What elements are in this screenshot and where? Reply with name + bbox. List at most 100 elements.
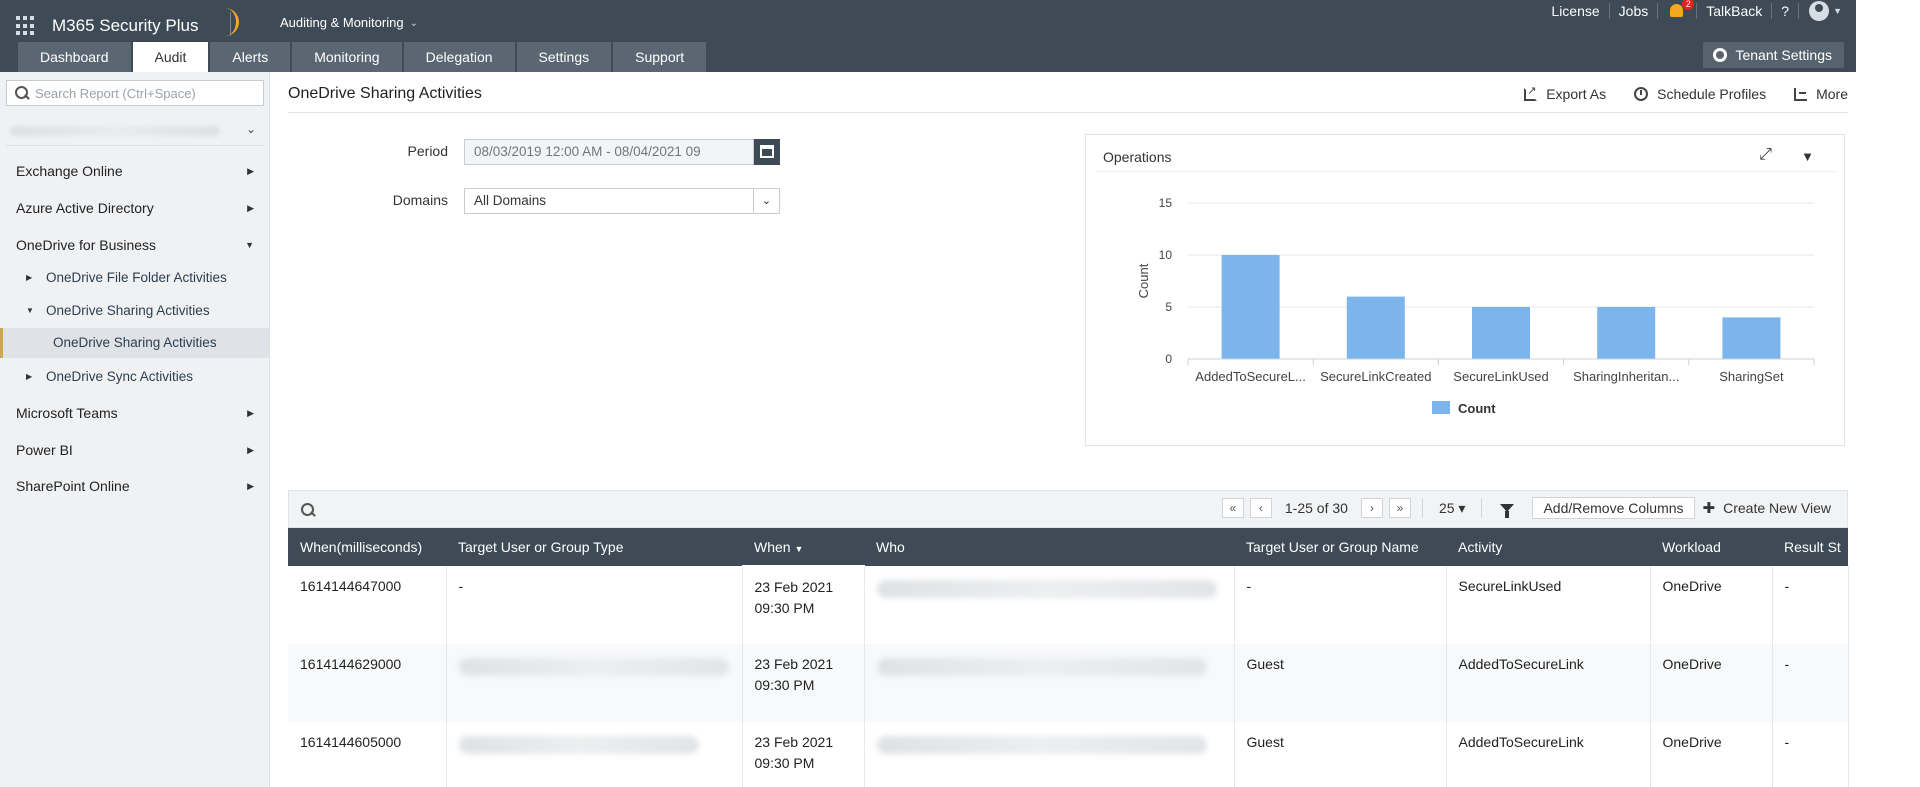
jobs-link[interactable]: Jobs <box>1610 3 1658 19</box>
redacted-tenant <box>10 126 220 136</box>
sidebar-item-label: Azure Active Directory <box>16 200 154 216</box>
redacted-type <box>458 736 699 754</box>
legend-swatch <box>1432 401 1450 414</box>
sidebar-item-label: OneDrive for Business <box>16 237 157 253</box>
caret-down-icon[interactable]: ▼ <box>1833 6 1842 16</box>
period-label: Period <box>407 143 448 159</box>
y-tick-label: 10 <box>1159 248 1173 262</box>
notification-count: 2 <box>1682 0 1695 10</box>
filter-icon[interactable] <box>1500 504 1515 518</box>
cell-target-type: - <box>446 566 743 644</box>
sidebar-item-onedrive-business[interactable]: OneDrive for Business ▼ <box>0 230 270 260</box>
column-header-who[interactable]: Who <box>864 528 1234 566</box>
first-page-button[interactable]: « <box>1221 498 1244 518</box>
tab-alerts[interactable]: Alerts <box>210 42 291 72</box>
chevron-down-icon: ⌄ <box>245 122 256 136</box>
y-tick-label: 15 <box>1159 196 1173 210</box>
create-new-view-button[interactable]: ✚ Create New View <box>1703 499 1831 517</box>
tab-settings[interactable]: Settings <box>516 42 612 72</box>
bar <box>1597 307 1656 359</box>
last-page-button[interactable]: » <box>1388 498 1411 518</box>
page-size-select[interactable]: 25 ▾ <box>1439 500 1466 517</box>
cell-when: 23 Feb 2021 09:30 PM <box>742 566 865 644</box>
cell-date: 23 Feb 2021 <box>754 656 834 672</box>
table-row[interactable]: 1614144647000 - 23 Feb 2021 09:30 PM - Se… <box>288 566 1849 644</box>
column-header-when[interactable]: When ▼ <box>742 528 864 567</box>
export-as-label: Export As <box>1546 86 1607 102</box>
y-tick-label: 0 <box>1165 352 1172 366</box>
more-button[interactable]: More <box>1794 86 1848 102</box>
redacted-user <box>876 658 1207 676</box>
bar <box>1472 307 1530 359</box>
more-label: More <box>1816 86 1848 102</box>
license-link[interactable]: License <box>1542 3 1608 19</box>
cell-time: 09:30 PM <box>754 600 815 616</box>
cell-activity: SecureLinkUsed <box>1446 566 1651 644</box>
sidebar-item-label: OneDrive Sharing Activities <box>53 335 217 350</box>
cell-result: - <box>1772 722 1849 787</box>
talkback-link[interactable]: TalkBack <box>1697 3 1771 19</box>
cell-who <box>864 644 1235 722</box>
sidebar-item-azure-ad[interactable]: Azure Active Directory ▶ <box>0 193 270 223</box>
report-search-input[interactable]: Search Report (Ctrl+Space) <box>6 80 264 106</box>
sidebar-item-label: OneDrive File Folder Activities <box>46 270 227 285</box>
cell-target-type <box>446 722 743 787</box>
search-icon[interactable] <box>301 503 315 517</box>
chevron-down-icon[interactable]: ⌄ <box>753 189 779 213</box>
chart-menu-caret-icon[interactable]: ▼ <box>1801 149 1814 164</box>
cell-activity: AddedToSecureLink <box>1446 644 1651 722</box>
expand-icon[interactable] <box>1759 146 1773 164</box>
period-field[interactable]: 08/03/2019 12:00 AM - 08/04/2021 09 <box>464 139 754 165</box>
cell-target-name: - <box>1234 566 1447 644</box>
domains-select[interactable]: All Domains ⌄ <box>464 188 780 214</box>
sidebar-item-file-folder-activities[interactable]: ▶ OneDrive File Folder Activities <box>0 263 270 293</box>
column-header-target-type[interactable]: Target User or Group Type <box>446 528 742 566</box>
caret-right-icon: ▶ <box>26 273 33 282</box>
help-link[interactable]: ? <box>1772 3 1798 19</box>
table-row[interactable]: 1614144629000 23 Feb 2021 09:30 PM Guest … <box>288 644 1849 722</box>
sidebar-item-sharing-activities-group[interactable]: ▼ OneDrive Sharing Activities <box>0 296 270 326</box>
prev-page-button[interactable]: ‹ <box>1249 498 1272 518</box>
cell-target-name: Guest <box>1234 644 1447 722</box>
product-logo[interactable]: M365 Security Plus <box>52 8 239 36</box>
add-remove-columns-button[interactable]: Add/Remove Columns <box>1532 497 1695 519</box>
divider <box>288 112 1848 113</box>
sidebar-item-sharepoint-online[interactable]: SharePoint Online ▶ <box>0 471 270 501</box>
sidebar-item-sharing-activities-report[interactable]: OneDrive Sharing Activities <box>0 328 270 358</box>
plus-icon: ✚ <box>1702 500 1716 517</box>
column-header-result-status[interactable]: Result St <box>1772 528 1848 566</box>
tab-dashboard[interactable]: Dashboard <box>18 42 131 72</box>
sidebar-item-sync-activities[interactable]: ▶ OneDrive Sync Activities <box>0 362 270 392</box>
table-toolbar: « ‹ 1-25 of 30 › » 25 ▾ Add/Remove Colum… <box>288 490 1848 528</box>
tenant-settings-button[interactable]: Tenant Settings <box>1703 42 1844 68</box>
cell-workload: OneDrive <box>1650 566 1773 644</box>
column-header-target-name[interactable]: Target User or Group Name <box>1234 528 1446 566</box>
chart-panel-title: Operations <box>1103 149 1172 165</box>
calendar-button[interactable] <box>754 139 780 165</box>
column-header-when-ms[interactable]: When(milliseconds) <box>288 528 446 566</box>
tab-audit[interactable]: Audit <box>132 42 209 72</box>
notification-bell-icon[interactable]: 2 <box>1668 0 1695 20</box>
next-page-button[interactable]: › <box>1360 498 1383 518</box>
user-avatar-icon[interactable] <box>1809 1 1830 21</box>
y-tick-label: 5 <box>1165 300 1172 314</box>
sidebar-item-microsoft-teams[interactable]: Microsoft Teams ▶ <box>0 398 270 428</box>
cell-date: 23 Feb 2021 <box>754 734 834 750</box>
tab-delegation[interactable]: Delegation <box>403 42 515 72</box>
module-switcher[interactable]: Auditing & Monitoring ⌄ <box>280 15 418 30</box>
tenant-selector[interactable]: ⌄ <box>6 118 264 146</box>
tab-support[interactable]: Support <box>613 42 707 72</box>
schedule-profiles-button[interactable]: Schedule Profiles <box>1634 86 1766 102</box>
create-new-view-label: Create New View <box>1723 500 1831 516</box>
sidebar-item-power-bi[interactable]: Power BI ▶ <box>0 435 270 465</box>
table-row[interactable]: 1614144605000 23 Feb 2021 09:30 PM Guest … <box>288 722 1849 787</box>
tab-monitoring[interactable]: Monitoring <box>292 42 402 72</box>
caret-right-icon: ▶ <box>26 372 33 381</box>
export-as-button[interactable]: Export As <box>1524 84 1607 102</box>
column-header-activity[interactable]: Activity <box>1446 528 1650 566</box>
app-launcher-icon[interactable] <box>14 14 38 38</box>
x-tick-label: SecureLinkUsed <box>1453 369 1548 384</box>
search-icon <box>15 86 29 100</box>
column-header-workload[interactable]: Workload <box>1650 528 1772 566</box>
sidebar-item-exchange-online[interactable]: Exchange Online ▶ <box>0 156 270 186</box>
